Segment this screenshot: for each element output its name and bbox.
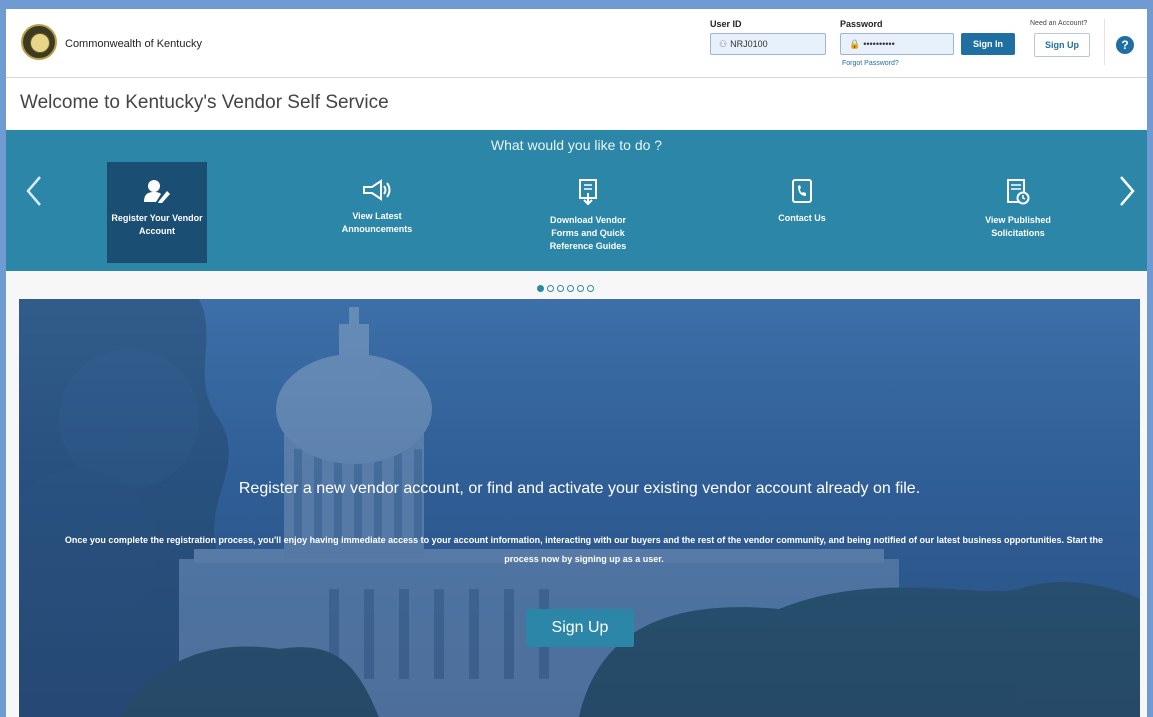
user-id-input[interactable]: ⚇ NRJ0100 bbox=[710, 33, 826, 55]
action-label: Contact Us bbox=[778, 213, 826, 223]
action-label: View Latest Announcements bbox=[341, 211, 413, 234]
document-download-icon bbox=[538, 179, 638, 210]
user-id-value: NRJ0100 bbox=[730, 39, 768, 49]
header-sign-up-button[interactable]: Sign Up bbox=[1034, 33, 1090, 57]
action-view-announcements[interactable]: View Latest Announcements bbox=[327, 179, 427, 236]
header: Commonwealth of Kentucky User ID ⚇ NRJ010… bbox=[6, 9, 1147, 78]
password-value: •••••••••• bbox=[863, 39, 895, 49]
carousel-page-dot[interactable] bbox=[567, 285, 574, 292]
carousel-page-dot[interactable] bbox=[557, 285, 564, 292]
user-icon: ⚇ bbox=[719, 39, 728, 49]
forgot-password-link[interactable]: Forgot Password? bbox=[842, 60, 899, 67]
action-register-vendor-account[interactable]: Register Your Vendor Account bbox=[107, 162, 207, 263]
page-title: Welcome to Kentucky's Vendor Self Servic… bbox=[20, 92, 389, 113]
hero-banner: Register a new vendor account, or find a… bbox=[19, 299, 1140, 717]
action-view-solicitations[interactable]: View Published Solicitations bbox=[968, 179, 1068, 240]
phone-book-icon bbox=[752, 179, 852, 208]
user-edit-icon bbox=[107, 179, 207, 208]
carousel-page-dot[interactable] bbox=[587, 285, 594, 292]
carousel-prev-arrow-icon[interactable] bbox=[19, 175, 49, 213]
page-frame: Commonwealth of Kentucky User ID ⚇ NRJ010… bbox=[6, 9, 1147, 717]
carousel-page-dot[interactable] bbox=[547, 285, 554, 292]
carousel-pagination bbox=[537, 279, 597, 292]
hero-title: Register a new vendor account, or find a… bbox=[238, 480, 921, 497]
help-icon[interactable]: ? bbox=[1116, 36, 1134, 54]
password-label: Password bbox=[840, 19, 883, 29]
carousel-page-dot[interactable] bbox=[577, 285, 584, 292]
carousel-page-dot[interactable] bbox=[537, 285, 544, 292]
action-label: Register Your Vendor Account bbox=[111, 213, 203, 236]
megaphone-icon bbox=[327, 179, 427, 206]
carousel-next-arrow-icon[interactable] bbox=[1112, 175, 1142, 213]
hero-description: Once you complete the registration proce… bbox=[64, 535, 1104, 564]
action-label: Download Vendor Forms and Quick Referenc… bbox=[549, 215, 627, 251]
carousel-title: What would you like to do ? bbox=[490, 137, 663, 153]
lock-icon: 🔒 bbox=[849, 39, 861, 49]
action-label: View Published Solicitations bbox=[985, 215, 1051, 238]
need-account-label: Need an Account? bbox=[1030, 20, 1088, 27]
sign-in-button[interactable]: Sign In bbox=[961, 33, 1015, 55]
solicitation-document-icon bbox=[968, 179, 1068, 210]
hero-sign-up-button[interactable]: Sign Up bbox=[526, 609, 634, 647]
action-contact-us[interactable]: Contact Us bbox=[752, 179, 852, 225]
brand-name: Commonwealth of Kentucky bbox=[65, 38, 202, 50]
action-download-forms[interactable]: Download Vendor Forms and Quick Referenc… bbox=[538, 179, 638, 253]
user-id-label: User ID bbox=[710, 19, 742, 29]
header-divider bbox=[1104, 19, 1105, 65]
capitol-background-image bbox=[19, 299, 1140, 717]
kentucky-seal-logo bbox=[21, 24, 57, 60]
password-input[interactable]: 🔒 •••••••••• bbox=[840, 33, 954, 55]
